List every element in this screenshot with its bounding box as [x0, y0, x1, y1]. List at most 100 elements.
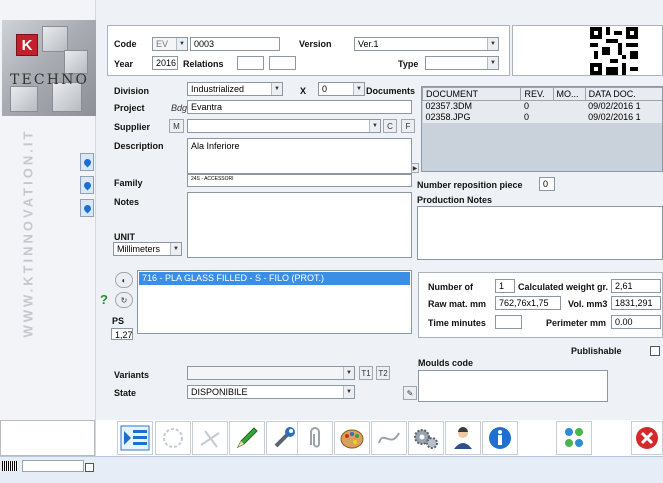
variants-label: Variants	[114, 370, 150, 380]
production-notes-textarea[interactable]	[417, 206, 663, 260]
relations-label: Relations	[183, 59, 224, 69]
notes-textarea[interactable]	[187, 192, 412, 258]
list-item[interactable]: 716 - PLA GLASS FILLED - S - FILO (PROT.…	[139, 272, 410, 285]
table-row[interactable]: 02357.3DM 0 09/02/2016 1	[422, 100, 662, 112]
supplier-c-button[interactable]: C	[383, 119, 397, 133]
relations-input-2[interactable]	[269, 56, 296, 70]
column-header[interactable]: DATA DOC.	[584, 87, 662, 101]
moulds-code-label: Moulds code	[418, 358, 474, 368]
puzzle-icon[interactable]	[155, 421, 191, 455]
close-icon[interactable]	[631, 421, 663, 455]
weight-label: Calculated weight gr.	[518, 282, 609, 292]
column-header[interactable]: MO...	[552, 87, 586, 101]
scroll-right-icon[interactable]: ▶	[411, 163, 419, 173]
production-notes-label: Production Notes	[417, 195, 493, 205]
raw-material-label: Raw mat. mm	[428, 299, 487, 309]
year-input[interactable]: 2016	[152, 56, 178, 70]
logo-k-badge: K	[16, 34, 38, 56]
number-reposition-label: Number reposition piece	[417, 180, 523, 190]
time-input[interactable]	[495, 315, 522, 329]
weight-input[interactable]: 2,61	[611, 279, 661, 293]
project-input[interactable]: Evantra	[187, 100, 412, 114]
project-label: Project	[114, 103, 145, 113]
t2-button[interactable]: T2	[376, 366, 390, 380]
help-icon[interactable]: ?	[100, 292, 108, 307]
sidebar-bottom-panel	[0, 420, 95, 456]
code-input[interactable]: 0003	[190, 37, 280, 51]
palette-icon[interactable]	[334, 421, 370, 455]
family-label: Family	[114, 178, 143, 188]
notes-label: Notes	[114, 197, 140, 207]
volume-input[interactable]: 1831,291	[611, 296, 661, 310]
cable-icon[interactable]	[371, 421, 407, 455]
supplier-f-button[interactable]: F	[401, 119, 415, 133]
table-cell: 09/02/2016 1	[585, 100, 662, 112]
status-checkbox[interactable]	[85, 463, 94, 472]
moulds-code-input[interactable]	[418, 370, 608, 402]
chevron-down-icon: ▼	[343, 367, 354, 379]
chevron-down-icon: ▼	[487, 57, 498, 69]
chevron-down-icon: ▼	[176, 38, 187, 50]
project-prefix: Bdg	[171, 103, 188, 113]
division-label: Division	[114, 86, 150, 96]
table-cell: 09/02/2016 1	[585, 111, 662, 123]
description-textarea[interactable]: Ala Inferiore	[187, 138, 412, 174]
status-field[interactable]	[22, 460, 84, 472]
t1-button[interactable]: T1	[359, 366, 373, 380]
version-label: Version	[299, 39, 332, 49]
raw-material-input[interactable]: 762,76x1,75	[495, 296, 561, 310]
documents-label: Documents	[366, 86, 416, 96]
pencil-icon[interactable]	[229, 421, 265, 455]
variants-select[interactable]: ▼	[187, 366, 355, 380]
number-reposition-input[interactable]: 0	[539, 177, 555, 191]
division-select[interactable]: Industrialized ▼	[187, 82, 283, 96]
supplier-m-button[interactable]: M	[169, 119, 184, 133]
unit-label: UNIT	[114, 232, 135, 242]
chevron-down-icon: ▼	[353, 83, 364, 95]
material-search-icon[interactable]: ◐	[115, 272, 133, 288]
perimeter-input[interactable]: 0.00	[611, 315, 661, 329]
code-prefix-select[interactable]: EV ▼	[152, 37, 188, 51]
code-label: Code	[114, 39, 137, 49]
map-pin-icon[interactable]	[80, 153, 94, 171]
refresh-icon[interactable]: ↻	[115, 292, 133, 308]
description-label: Description	[114, 141, 164, 151]
modules-icon[interactable]	[556, 421, 592, 455]
compass-icon[interactable]	[192, 421, 228, 455]
documents-table[interactable]: DOCUMENT REV. MO... DATA DOC. 02357.3DM …	[421, 86, 663, 172]
column-header[interactable]: REV.	[520, 87, 554, 101]
gears-icon[interactable]	[408, 421, 444, 455]
type-label: Type	[398, 59, 419, 69]
column-header[interactable]: DOCUMENT	[422, 87, 522, 101]
number-of-input[interactable]: 1	[495, 279, 515, 293]
publishable-checkbox[interactable]	[650, 346, 660, 356]
chevron-down-icon: ▼	[343, 386, 354, 398]
supplier-label: Supplier	[114, 122, 151, 132]
family-input[interactable]: 24S - ACCESSORI	[187, 174, 412, 187]
ps-label: PS	[112, 316, 125, 326]
info-icon[interactable]	[482, 421, 518, 455]
paperclip-icon[interactable]	[297, 421, 333, 455]
edit-state-icon[interactable]: ✎	[403, 386, 417, 400]
volume-label: Vol. mm3	[568, 299, 608, 309]
x-select[interactable]: 0 ▼	[318, 82, 365, 96]
map-pin-icon[interactable]	[80, 176, 94, 194]
year-label: Year	[114, 59, 134, 69]
type-select[interactable]: ▼	[425, 56, 499, 70]
qr-code-icon	[590, 27, 638, 75]
unit-select[interactable]: Millimeters ▼	[113, 242, 182, 256]
version-select[interactable]: Ver.1 ▼	[354, 37, 499, 51]
relations-input-1[interactable]	[237, 56, 264, 70]
ps-input[interactable]: 1,27	[111, 328, 133, 340]
operator-icon[interactable]	[445, 421, 481, 455]
map-pin-icon[interactable]	[80, 199, 94, 217]
qr-panel	[512, 25, 663, 76]
supplier-select[interactable]: ▼	[187, 119, 381, 133]
x-label: X	[300, 86, 307, 96]
list-icon[interactable]	[117, 421, 153, 455]
material-list[interactable]: 716 - PLA GLASS FILLED - S - FILO (PROT.…	[137, 270, 412, 334]
state-select[interactable]: DISPONIBILE ▼	[187, 385, 355, 399]
chevron-down-icon: ▼	[170, 243, 181, 255]
chevron-down-icon: ▼	[487, 38, 498, 50]
table-row[interactable]: 02358.JPG 0 09/02/2016 1	[422, 111, 662, 123]
